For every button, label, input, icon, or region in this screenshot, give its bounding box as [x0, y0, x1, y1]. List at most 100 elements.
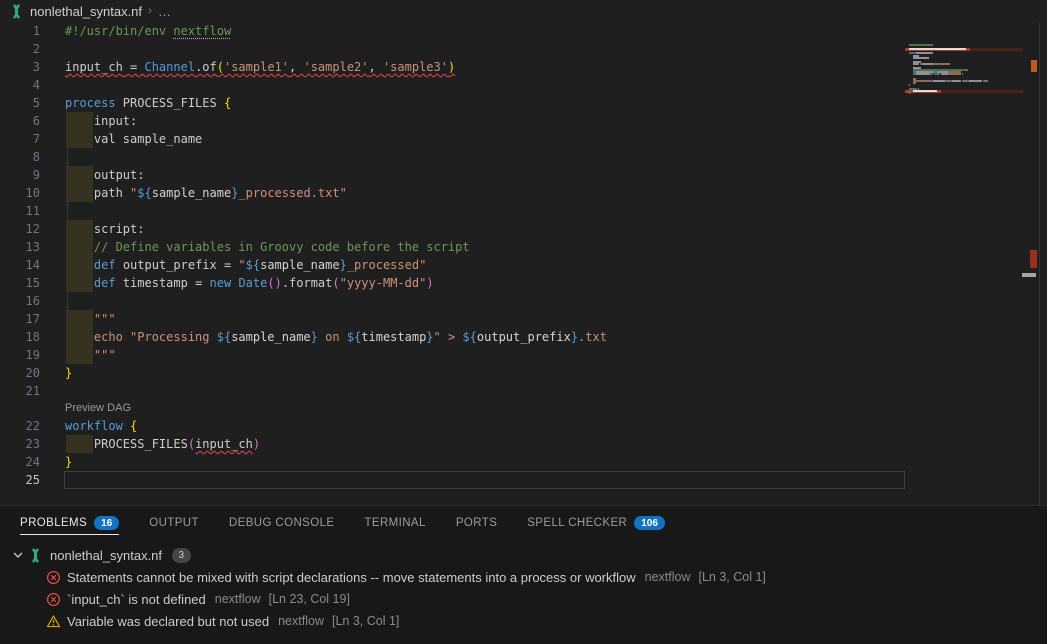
error-icon [46, 570, 61, 585]
minimap-code-bar [922, 63, 934, 65]
code-line[interactable]: 8 [0, 148, 1047, 166]
code-line[interactable]: 20} [0, 364, 1047, 382]
vscode-window: nonlethal_syntax.nf › … 1 #!/usr/bin/env … [0, 0, 1047, 644]
code-editor[interactable]: 1#!/usr/bin/env nextflow23input_ch = Cha… [0, 22, 1047, 505]
line-number: 18 [0, 328, 40, 346]
problem-source: nextflow [278, 614, 324, 628]
code-line[interactable]: 16 [0, 292, 1047, 310]
breadcrumb-file[interactable]: nonlethal_syntax.nf [30, 4, 142, 19]
minimap-code-bar [941, 73, 948, 75]
tab-output[interactable]: OUTPUT [149, 506, 199, 540]
problem-row[interactable]: Variable was declared but not usednextfl… [0, 610, 1047, 632]
code-line[interactable]: 15 def timestamp = new Date().format("yy… [0, 274, 1047, 292]
code-line-text: input_ch = Channel.of('sample1', 'sample… [65, 58, 455, 76]
code-line-text: input: [65, 112, 137, 130]
tab-label: SPELL CHECKER [527, 517, 627, 529]
line-number: 24 [0, 453, 40, 471]
line-number: 8 [0, 148, 40, 166]
problem-row[interactable]: `input_ch` is not definednextflow[Ln 23,… [0, 588, 1047, 610]
code-line[interactable]: 24} [0, 453, 1047, 471]
warning-icon [46, 614, 61, 629]
bottom-panel: PROBLEMS16 OUTPUT DEBUG CONSOLE TERMINAL POR… [0, 505, 1047, 644]
minimap-code-bar [913, 90, 927, 92]
code-line[interactable]: 2 [0, 40, 1047, 58]
current-line-highlight [64, 471, 905, 489]
error-icon [46, 592, 61, 607]
minimap[interactable] [905, 22, 1023, 505]
tab-spell-checker[interactable]: SPELL CHECKER106 [527, 506, 665, 540]
line-number: 16 [0, 292, 40, 310]
breadcrumb: nonlethal_syntax.nf › … [0, 0, 1047, 22]
minimap-code-bar [933, 80, 945, 82]
code-line[interactable]: 13 // Define variables in Groovy code be… [0, 238, 1047, 256]
code-line-text: output: [65, 166, 144, 184]
line-number: 19 [0, 346, 40, 364]
problem-location: [Ln 23, Col 19] [269, 592, 350, 606]
tab-terminal[interactable]: TERMINAL [364, 506, 425, 540]
minimap-code-bar [916, 73, 930, 75]
code-line-text: path "${sample_name}_processed.txt" [65, 184, 347, 202]
tab-problems[interactable]: PROBLEMS16 [20, 506, 119, 540]
code-line-text: PROCESS_FILES(input_ch) [65, 435, 260, 453]
code-line[interactable]: 9 output: [0, 166, 1047, 184]
minimap-code-bar [913, 82, 916, 84]
minimap-code-bar [909, 44, 925, 46]
breadcrumb-ellipsis[interactable]: … [158, 4, 172, 19]
minimap-code-bar [949, 73, 962, 75]
indent-guide [67, 202, 68, 220]
code-line[interactable]: 21 [0, 382, 1047, 400]
code-line-text: """ [65, 346, 116, 364]
line-number: 5 [0, 94, 40, 112]
nextflow-file-icon [28, 548, 43, 563]
indent-guide [67, 292, 68, 310]
tab-debug-console[interactable]: DEBUG CONSOLE [229, 506, 335, 540]
minimap-code-bar [925, 44, 933, 46]
line-number: 14 [0, 256, 40, 274]
line-number: 4 [0, 76, 40, 94]
codelens-preview-dag[interactable]: Preview DAG [65, 400, 131, 417]
line-number: 6 [0, 112, 40, 130]
code-line[interactable]: 11 [0, 202, 1047, 220]
chevron-down-icon[interactable] [10, 547, 26, 563]
line-number: 25 [0, 471, 40, 489]
code-line-text: val sample_name [65, 130, 202, 148]
code-line[interactable]: 12 script: [0, 220, 1047, 238]
tab-badge: 16 [94, 516, 119, 530]
code-line[interactable]: 10 path "${sample_name}_processed.txt" [0, 184, 1047, 202]
code-line[interactable]: 22workflow { [0, 417, 1047, 435]
tab-ports[interactable]: PORTS [456, 506, 497, 540]
line-number: 23 [0, 435, 40, 453]
code-line[interactable]: 14 def output_prefix = "${sample_name}_p… [0, 256, 1047, 274]
problems-file-group[interactable]: nonlethal_syntax.nf 3 [0, 544, 1047, 566]
line-number: 11 [0, 202, 40, 220]
code-line[interactable]: 19 """ [0, 346, 1047, 364]
code-line[interactable]: 3input_ch = Channel.of('sample1', 'sampl… [0, 58, 1047, 76]
code-line-text: process PROCESS_FILES { [65, 94, 231, 112]
code-line[interactable]: 4 [0, 76, 1047, 94]
minimap-code-bar [984, 80, 988, 82]
code-line-text: // Define variables in Groovy code befor… [65, 238, 470, 256]
problem-message: `input_ch` is not defined [67, 592, 206, 607]
code-line[interactable]: 18 echo "Processing ${sample_name} on ${… [0, 328, 1047, 346]
code-line-text: #!/usr/bin/env nextflow [65, 22, 231, 40]
minimap-code-bar [936, 90, 937, 92]
code-line[interactable]: 17 """ [0, 310, 1047, 328]
line-number: 1 [0, 22, 40, 40]
problem-row[interactable]: Statements cannot be mixed with script d… [0, 566, 1047, 588]
minimap-code-bar [928, 90, 936, 92]
code-line-text: def timestamp = new Date().format("yyyy-… [65, 274, 434, 292]
code-line[interactable]: 23 PROCESS_FILES(input_ch) [0, 435, 1047, 453]
overview-ruler[interactable] [1023, 22, 1040, 505]
code-line[interactable]: 6 input: [0, 112, 1047, 130]
line-number: 22 [0, 417, 40, 435]
line-number: 2 [0, 40, 40, 58]
code-line-text: } [65, 453, 72, 471]
breadcrumb-separator-icon: › [148, 3, 152, 17]
code-line[interactable]: 1 #!/usr/bin/env nextflow [0, 22, 1047, 40]
code-line[interactable]: 5 process PROCESS_FILES { [0, 94, 1047, 112]
problem-location: [Ln 3, Col 1] [699, 570, 766, 584]
code-line[interactable]: 7 val sample_name [0, 130, 1047, 148]
problem-source: nextflow [645, 570, 691, 584]
cursor-mark [1022, 273, 1036, 277]
line-number: 15 [0, 274, 40, 292]
